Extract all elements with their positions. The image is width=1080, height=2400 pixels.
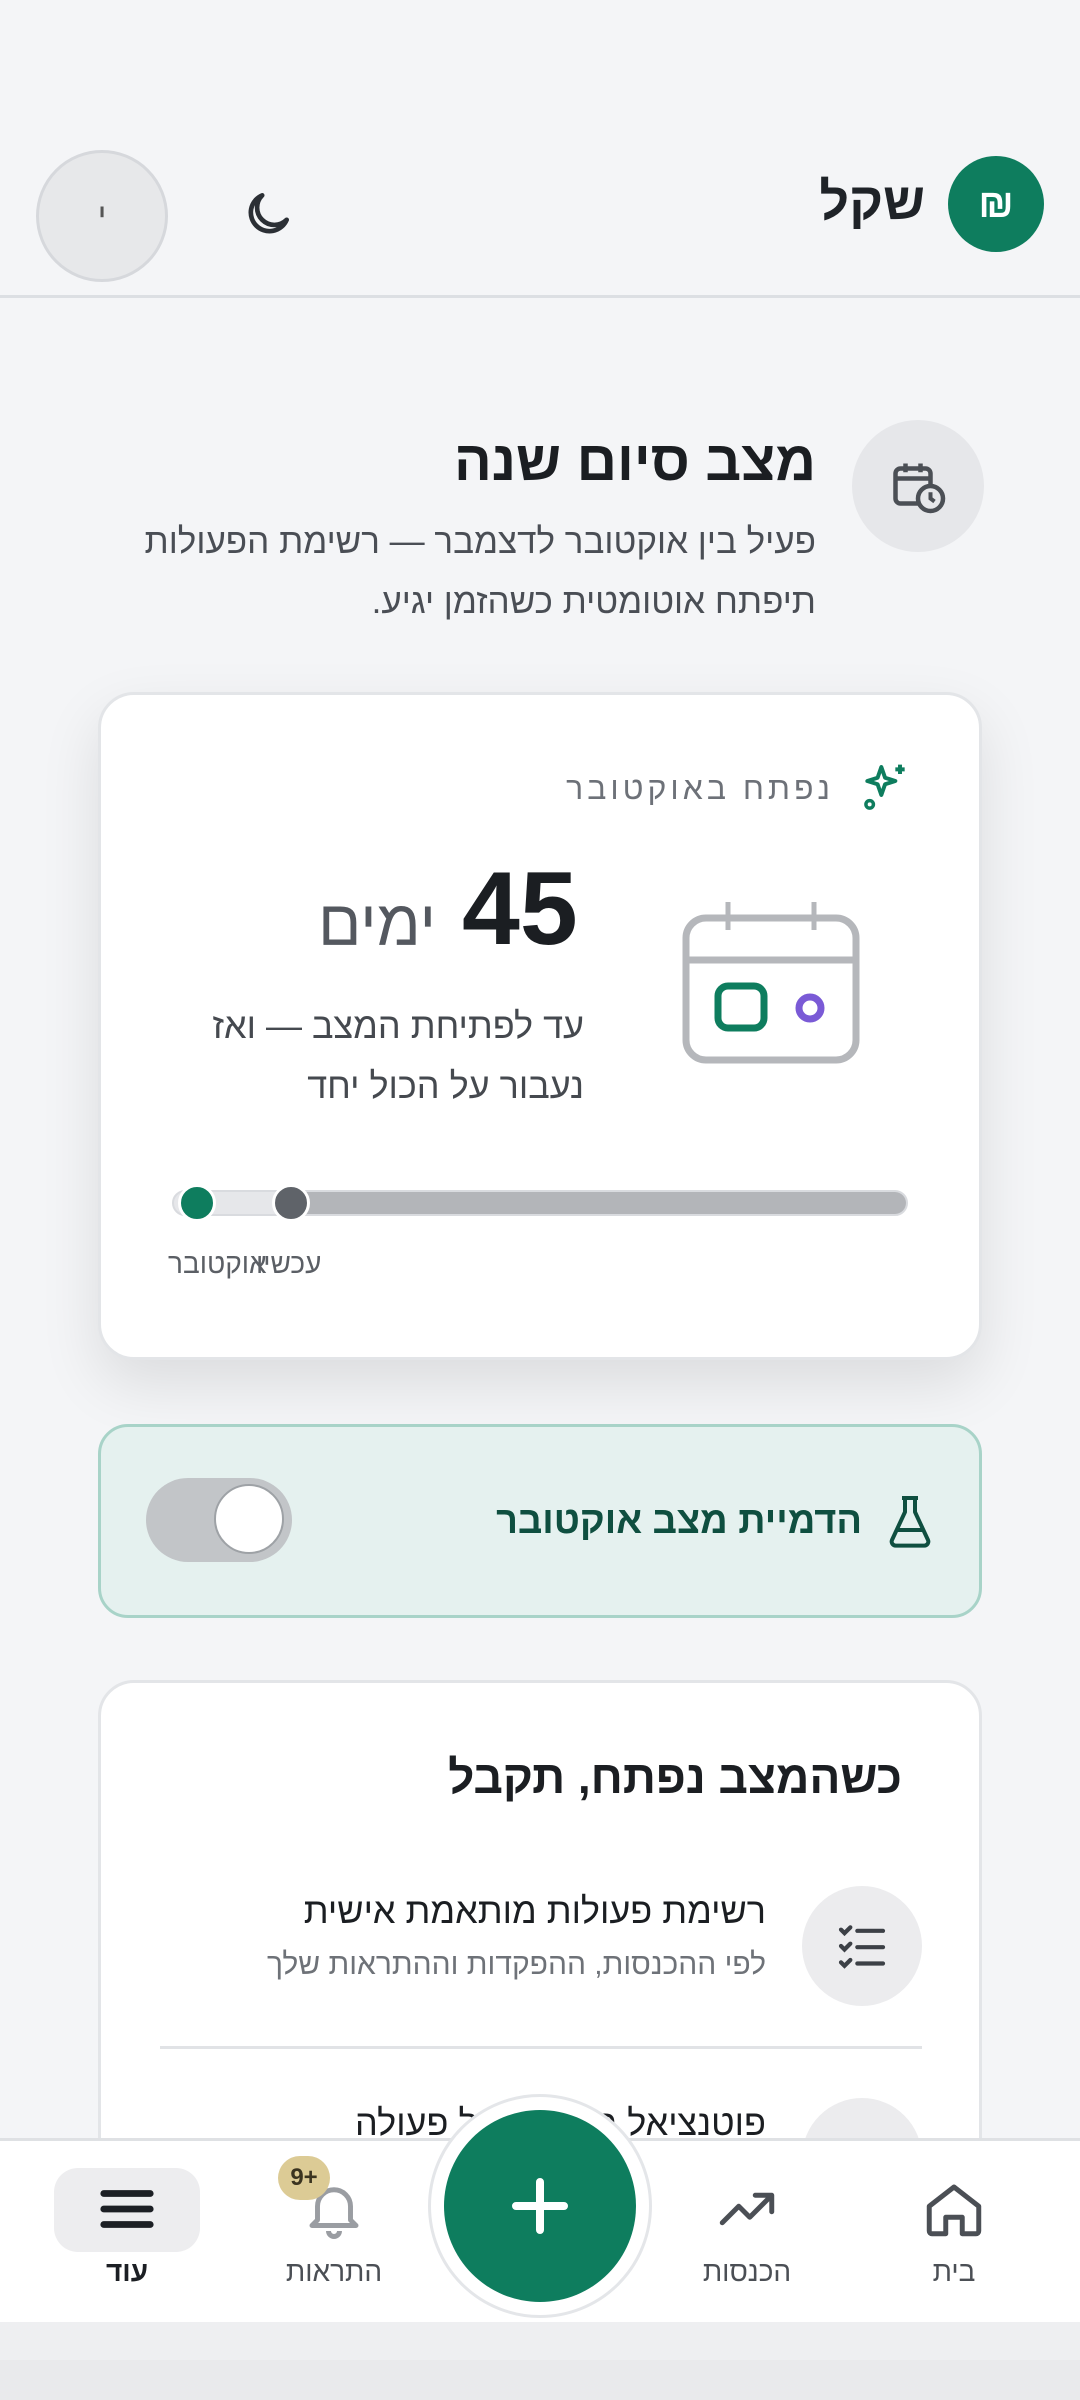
trending-up-icon (719, 2192, 775, 2226)
simulation-label: הדמיית מצב אוקטובר (496, 1500, 862, 1542)
benefit-subtitle: לפי ההכנסות, ההפקדות וההתראות שלך (266, 1948, 766, 1981)
opens-label: נפתח באוקטובר (566, 770, 834, 806)
days-unit: ימים (318, 887, 437, 959)
page-title: מצב סיום שנה (453, 429, 816, 492)
moon-icon[interactable] (240, 186, 296, 242)
days-remaining-value: 45 (462, 851, 578, 967)
label-october: אוקטובר (168, 1248, 267, 1279)
calendar-illustration-icon (682, 902, 860, 1064)
benefits-title: כשהמצב נפתח, תקבל (448, 1751, 902, 1803)
checklist-icon (802, 1886, 922, 2006)
system-bottom-bar (0, 2360, 1080, 2400)
nav-home[interactable]: בית (900, 2176, 1008, 2288)
marker-october (178, 1184, 216, 1222)
plus-icon (512, 2178, 568, 2234)
brand-name: שקל (819, 173, 925, 231)
label-now: עכשיו (256, 1248, 322, 1279)
home-icon (926, 2184, 982, 2237)
nav-home-label: בית (932, 2256, 976, 2287)
app-header (0, 0, 1080, 298)
benefit-title: רשימת פעולות מותאמת אישית (303, 1890, 766, 1931)
calendar-clock-icon (852, 420, 984, 552)
page-description: פעיל בין אוקטובר לדצמבר — רשימת הפעולות … (144, 522, 816, 621)
add-button[interactable] (444, 2110, 636, 2302)
divider (160, 2046, 922, 2049)
alerts-count-badge: 9+ (278, 2156, 330, 2200)
brand-logo: ₪ (948, 156, 1044, 252)
nav-more-label: עוד (105, 2256, 149, 2287)
marker-now (272, 1184, 310, 1222)
avatar[interactable]: י (36, 150, 168, 282)
nav-income-label: הכנסות (702, 2256, 792, 2287)
sparkles-icon (864, 764, 905, 810)
nav-more[interactable]: עוד (54, 2176, 200, 2288)
nav-income[interactable]: הכנסות (690, 2176, 804, 2288)
nav-alerts-label: התראות (285, 2256, 383, 2287)
toggle-knob[interactable] (214, 1484, 284, 1554)
avatar-initial: י (97, 196, 107, 235)
menu-icon (100, 2190, 154, 2228)
countdown-description: עד לפתיחת המצב — ואז נעבור על הכול יחד (212, 1005, 584, 1106)
progress-remaining (290, 1192, 906, 1214)
flask-icon (889, 1496, 931, 1548)
